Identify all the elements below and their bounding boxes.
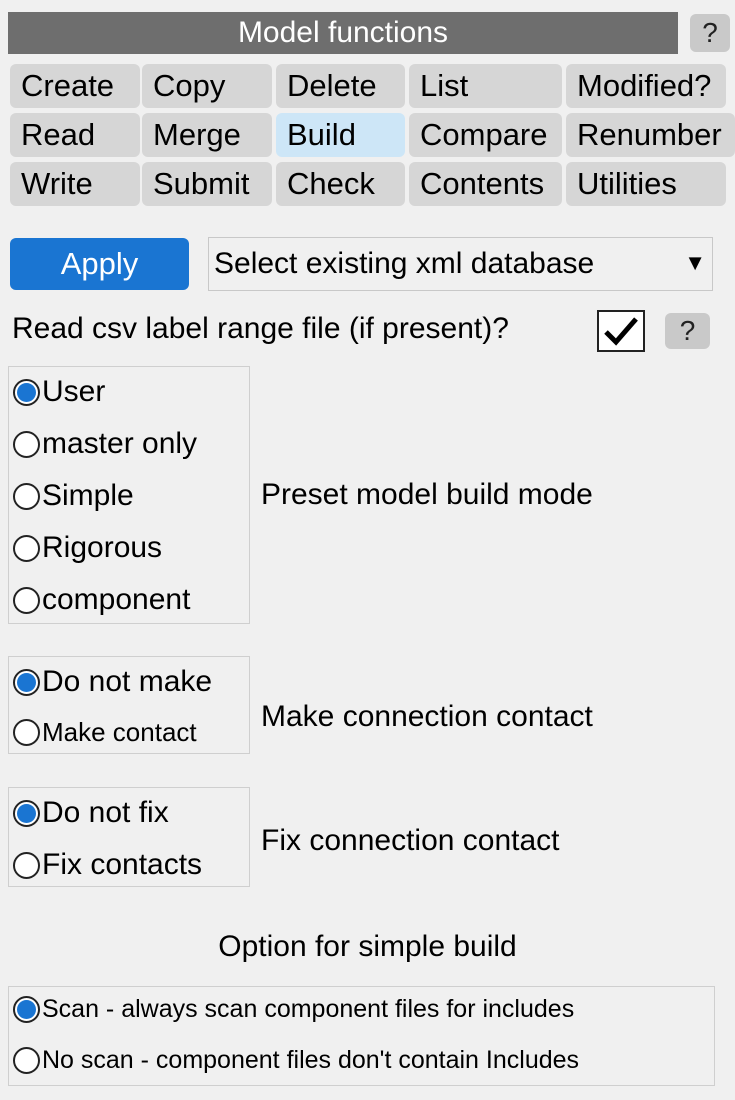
radio-unselected[interactable] [13, 719, 40, 746]
build-mode-group: User master only Simple Rigorous compone… [8, 366, 250, 624]
tab-contents[interactable]: Contents [409, 162, 562, 206]
tab-label: Delete [287, 68, 377, 103]
tab-label: Modified? [577, 68, 712, 103]
tab-label: Create [21, 68, 115, 103]
simple-build-option[interactable]: Scan - always scan component files for i… [13, 995, 574, 1024]
radio-selected[interactable] [13, 378, 40, 406]
radio-unselected[interactable] [13, 482, 40, 510]
connection-contact-group: Do not make Make contact [8, 656, 250, 754]
fix-contact-label: Fix connection contact [261, 824, 560, 857]
tab-label: Build [287, 117, 356, 152]
simple-build-title: Option for simple build [218, 930, 517, 963]
tab-label: Compare [420, 117, 548, 152]
tab-compare[interactable]: Compare [409, 113, 562, 157]
chevron-down-icon: ▼ [684, 250, 706, 275]
tab-copy[interactable]: Copy [142, 64, 272, 108]
option-label: Make contact [42, 717, 197, 747]
panel-title-text: Model functions [237, 16, 449, 49]
fix-contact-option[interactable]: Fix contacts [13, 848, 202, 882]
option-label: component [42, 583, 191, 616]
radio-selected[interactable] [13, 668, 40, 696]
csv-help-button[interactable]: ? [665, 313, 710, 349]
radio-selected[interactable] [13, 799, 40, 827]
build-mode-option[interactable]: component [13, 583, 190, 617]
tab-modified[interactable]: Modified? [566, 64, 726, 108]
tab-submit[interactable]: Submit [142, 162, 272, 206]
build-mode-option[interactable]: User [13, 375, 105, 409]
fix-contact-option[interactable]: Do not fix [13, 796, 169, 830]
tab-utilities[interactable]: Utilities [566, 162, 726, 206]
radio-selected[interactable] [13, 996, 40, 1023]
tab-delete[interactable]: Delete [276, 64, 405, 108]
option-label: master only [42, 427, 198, 460]
radio-unselected[interactable] [13, 534, 40, 562]
tab-label: Merge [153, 117, 241, 152]
tab-merge[interactable]: Merge [142, 113, 272, 157]
connection-contact-label: Make connection contact [261, 700, 593, 733]
option-label: Rigorous [42, 531, 163, 564]
simple-build-group: Scan - always scan component files for i… [8, 986, 715, 1086]
option-label: No scan - component files don't contain … [42, 1046, 580, 1074]
tab-renumber[interactable]: Renumber [566, 113, 735, 157]
function-tabs: Create Copy Delete List Modified? Read M… [8, 62, 735, 212]
tab-read[interactable]: Read [10, 113, 140, 157]
tab-label: Submit [153, 166, 250, 201]
tab-label: Write [21, 166, 93, 201]
tab-write[interactable]: Write [10, 162, 140, 206]
radio-unselected[interactable] [13, 851, 40, 879]
apply-button[interactable]: Apply [10, 238, 189, 290]
checkmark-icon [604, 317, 638, 346]
option-label: Fix contacts [42, 848, 203, 881]
csv-option-checkbox[interactable] [597, 310, 645, 352]
build-mode-option[interactable]: master only [13, 427, 197, 461]
help-icon: ? [679, 315, 696, 346]
option-label: Do not fix [42, 796, 169, 829]
database-select-value: Select existing xml database [214, 247, 595, 280]
panel-title: Model functions [8, 12, 678, 54]
tab-label: Read [21, 117, 96, 152]
option-label: Simple [42, 479, 134, 512]
tab-label: Check [287, 166, 375, 201]
tab-list[interactable]: List [409, 64, 562, 108]
tab-label: Copy [153, 68, 226, 103]
tab-label: List [420, 68, 469, 103]
radio-unselected[interactable] [13, 430, 40, 458]
radio-unselected[interactable] [13, 1047, 40, 1074]
simple-build-option[interactable]: No scan - component files don't contain … [13, 1046, 579, 1075]
connection-contact-option[interactable]: Make contact [13, 717, 197, 748]
apply-label: Apply [60, 246, 139, 281]
option-label: User [42, 375, 106, 408]
tab-label: Renumber [577, 117, 722, 152]
csv-option-label: Read csv label range file (if present)? [12, 312, 509, 345]
option-label: Scan - always scan component files for i… [42, 995, 575, 1023]
build-mode-option[interactable]: Simple [13, 479, 134, 513]
help-button[interactable]: ? [690, 14, 730, 52]
fix-contact-group: Do not fix Fix contacts [8, 787, 250, 887]
database-select[interactable]: Select existing xml database ▼ [208, 237, 713, 291]
tab-check[interactable]: Check [276, 162, 405, 206]
help-icon: ? [702, 17, 718, 48]
tab-label: Contents [420, 166, 545, 201]
tab-label: Utilities [577, 166, 677, 201]
tab-create[interactable]: Create [10, 64, 140, 108]
radio-unselected[interactable] [13, 586, 40, 614]
tab-build[interactable]: Build [276, 113, 405, 157]
option-label: Do not make [42, 665, 213, 698]
build-mode-option[interactable]: Rigorous [13, 531, 162, 565]
build-mode-label: Preset model build mode [261, 478, 593, 511]
connection-contact-option[interactable]: Do not make [13, 665, 212, 699]
